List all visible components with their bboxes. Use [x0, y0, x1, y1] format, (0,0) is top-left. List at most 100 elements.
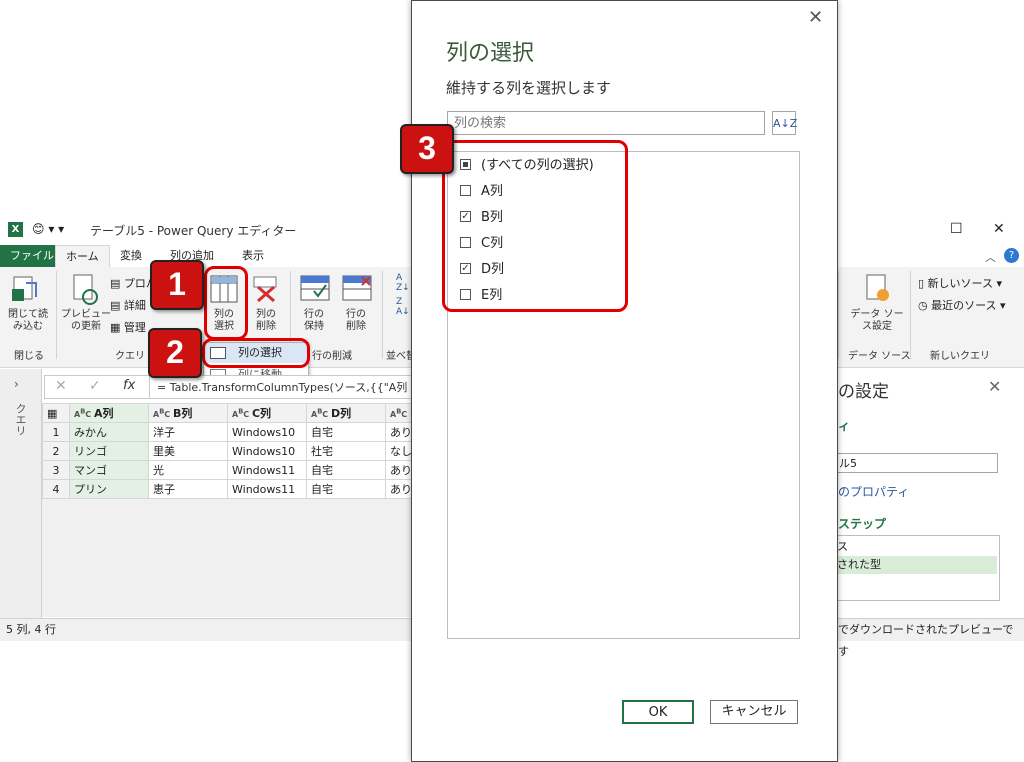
advanced-editor-icon: ▤: [110, 299, 124, 312]
row-number: 2: [42, 441, 70, 461]
table-cell[interactable]: みかん: [69, 422, 149, 442]
text-type-icon: ABC: [74, 407, 94, 419]
tab-home[interactable]: ホーム: [55, 245, 110, 268]
text-type-icon: ABC: [311, 407, 331, 419]
row-number: 3: [42, 460, 70, 480]
cancel-formula-icon[interactable]: ✕: [55, 378, 67, 394]
recent-sources-icon: ◷: [918, 299, 932, 312]
maximize-button[interactable]: ☐: [950, 221, 963, 237]
group-reduce-rows-label: 行の削減: [312, 351, 352, 362]
table-cell[interactable]: 社宅: [306, 441, 386, 461]
column-header[interactable]: ABC C列: [227, 403, 307, 423]
help-icon[interactable]: ?: [1004, 248, 1019, 263]
sort-az-icon: A↓Z: [773, 117, 798, 130]
fx-icon: fx: [123, 378, 136, 393]
tab-transform[interactable]: 変換: [110, 245, 152, 267]
advanced-editor-button[interactable]: ▤ 詳細: [110, 297, 146, 313]
window-title: テーブル5 - Power Query エディター: [90, 224, 297, 238]
keep-rows-button[interactable]: 行の 保持: [294, 309, 334, 333]
query-settings-pane: の設定 ✕ ィ ル5 のプロパティ ステップ ス された型: [836, 369, 1024, 619]
excel-icon: X: [8, 222, 23, 237]
table-cell[interactable]: 恵子: [148, 479, 228, 499]
query-name-field[interactable]: ル5: [836, 453, 998, 473]
close-load-icon: [10, 273, 40, 307]
table-row: 4 プリン 恵子 Windows11 自宅 あり: [42, 479, 421, 499]
separator: [56, 271, 57, 359]
applied-steps-list: ス された型: [836, 535, 1000, 601]
callout-badge: 2: [148, 328, 202, 378]
table-cell[interactable]: 自宅: [306, 422, 386, 442]
table-cell[interactable]: 洋子: [148, 422, 228, 442]
highlight-frame-choose-columns: [204, 266, 248, 340]
step-item[interactable]: ス: [837, 538, 848, 554]
data-grid: ▦ ABC A列 ABC B列 ABC C列 ABC D列 ABC 1 みかん …: [42, 403, 421, 499]
remove-rows-button[interactable]: 行の 削除: [336, 309, 376, 333]
callout-badge: 3: [400, 124, 454, 174]
close-load-button[interactable]: 閉じて読 み込む: [6, 309, 50, 333]
column-search-input[interactable]: 列の検索: [447, 111, 765, 135]
dialog-close-icon[interactable]: ✕: [808, 7, 823, 28]
remove-columns-button[interactable]: 列の 削除: [246, 309, 286, 333]
table-row: 1 みかん 洋子 Windows10 自宅 あり: [42, 422, 421, 442]
new-source-button[interactable]: ▯ 新しいソース ▾: [918, 275, 1002, 291]
recent-sources-button[interactable]: ◷ 最近のソース ▾: [918, 297, 1006, 313]
table-cell[interactable]: 光: [148, 460, 228, 480]
table-cell[interactable]: Windows11: [227, 479, 307, 499]
table-cell[interactable]: Windows10: [227, 422, 307, 442]
dialog-title: 列の選択: [446, 41, 535, 66]
step-item-selected[interactable]: された型: [837, 556, 997, 574]
all-properties-link[interactable]: のプロパティ: [838, 483, 909, 500]
text-type-icon: ABC: [153, 407, 173, 419]
cancel-button[interactable]: キャンセル: [710, 700, 798, 724]
table-row: 2 リンゴ 里美 Windows10 社宅 なし: [42, 441, 421, 461]
collapse-ribbon-icon[interactable]: ︿: [985, 249, 996, 265]
manage-icon: ▦: [110, 321, 124, 334]
table-cell[interactable]: 自宅: [306, 460, 386, 480]
table-cell[interactable]: Windows10: [227, 441, 307, 461]
confirm-formula-icon[interactable]: ✓: [89, 378, 101, 394]
sort-descending-icon[interactable]: Z A↓: [396, 297, 410, 317]
callout-badge: 1: [150, 260, 204, 310]
properties-header: ィ: [838, 419, 851, 433]
highlight-frame-menu-item: [202, 338, 310, 368]
column-header[interactable]: ABC A列: [69, 403, 149, 423]
separator: [838, 271, 839, 359]
separator: [382, 271, 383, 359]
close-button[interactable]: ✕: [993, 221, 1005, 237]
table-row: 3 マンゴ 光 Windows11 自宅 あり: [42, 460, 421, 480]
refresh-icon: [70, 273, 100, 307]
highlight-frame-checkboxes: [442, 140, 628, 312]
refresh-preview-button[interactable]: プレビュー の更新: [60, 309, 112, 333]
quick-access-toolbar[interactable]: 😊 ▾ ▾: [32, 222, 64, 236]
grid-corner-icon[interactable]: ▦: [42, 403, 70, 423]
grid-header-row: ▦ ABC A列 ABC B列 ABC C列 ABC D列 ABC: [42, 403, 421, 423]
data-source-settings-button[interactable]: データ ソー ス設定: [846, 309, 908, 333]
manage-button[interactable]: ▦ 管理: [110, 319, 146, 335]
properties-icon: ▤: [110, 277, 124, 290]
queries-label: クエリ: [14, 403, 27, 436]
formula-bar: ✕ ✓ fx = Table.TransformColumnTypes(ソース,…: [44, 375, 416, 399]
column-header[interactable]: ABC D列: [306, 403, 386, 423]
table-cell[interactable]: 里美: [148, 441, 228, 461]
text-type-icon: ABC: [232, 407, 252, 419]
table-cell[interactable]: プリン: [69, 479, 149, 499]
remove-columns-icon: [252, 275, 280, 303]
table-cell[interactable]: Windows11: [227, 460, 307, 480]
ok-button[interactable]: OK: [622, 700, 694, 724]
data-source-settings-icon: [864, 273, 892, 303]
sort-columns-button[interactable]: A↓Z: [772, 111, 798, 135]
table-cell[interactable]: リンゴ: [69, 441, 149, 461]
formula-input[interactable]: = Table.TransformColumnTypes(ソース,{{"A列: [157, 379, 407, 395]
keep-rows-icon: [300, 275, 330, 303]
status-preview-info: でダウンロードされたプレビューです: [838, 623, 1014, 658]
table-cell[interactable]: マンゴ: [69, 460, 149, 480]
table-cell[interactable]: 自宅: [306, 479, 386, 499]
close-settings-icon[interactable]: ✕: [988, 377, 1001, 396]
group-query-label: クエリ: [115, 351, 145, 362]
tab-view[interactable]: 表示: [232, 245, 274, 267]
column-header[interactable]: ABC B列: [148, 403, 228, 423]
queries-pane: › クエリ: [0, 369, 42, 619]
expand-queries-icon[interactable]: ›: [14, 377, 19, 391]
sort-ascending-icon[interactable]: A Z↓: [396, 273, 410, 293]
separator: [149, 376, 150, 398]
